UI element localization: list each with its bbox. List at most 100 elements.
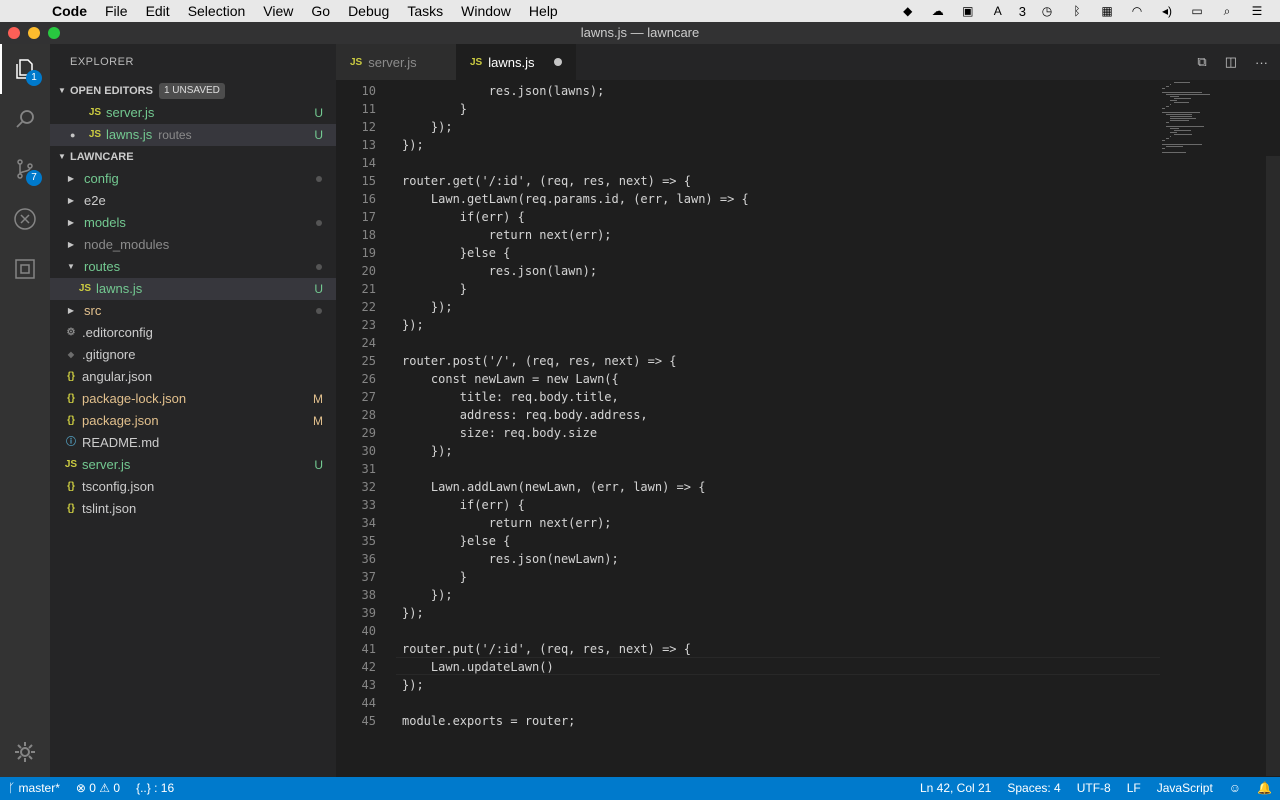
menu-help[interactable]: Help [520,0,567,22]
file-lawns-js[interactable]: JS lawns.js U [50,278,336,300]
unsaved-dot-icon[interactable]: ● [70,124,86,146]
folder-config[interactable]: ▶ config [50,168,336,190]
json-file-icon: {} [67,481,75,492]
encoding[interactable]: UTF-8 [1069,777,1119,800]
code-line: 39}); [336,604,1156,622]
code-line: 43}); [336,676,1156,694]
menu-edit[interactable]: Edit [137,0,179,22]
line-number: 28 [361,408,376,422]
git-file-icon: ◆ [67,350,75,359]
menu-extras: ◆ ☁ ▣ A 3 ◷ ᛒ ▦ ◠ ◂) ▭ ⌕ ☰ [899,4,1280,19]
folder-routes[interactable]: ▼ routes [50,256,336,278]
editor-actions: ⧉ ◫ ··· [1197,44,1280,80]
code-editor[interactable]: 10 res.json(lawns); 11 } 12 }); 13}); 14 15 ro… [336,80,1280,777]
minimap-line [1170,128,1179,129]
folder-models[interactable]: ▶ models [50,212,336,234]
cursor-position[interactable]: Ln 42, Col 21 [912,777,999,800]
zoom-window-button[interactable] [48,27,60,39]
minimap[interactable] [1162,80,1222,180]
js-file-icon: JS [350,56,363,68]
menu-status-count: 3 [1018,3,1026,19]
file-editorconfig[interactable]: ⚙ .editorconfig [50,322,336,344]
problems-indicator[interactable]: ⊗ 0 ⚠ 0 [68,777,128,800]
more-actions-icon[interactable]: ··· [1255,55,1268,70]
line-ending[interactable]: LF [1119,777,1149,800]
project-name: LAWNCARE [70,151,134,163]
menu-app-code[interactable]: Code [44,0,96,22]
menu-debug[interactable]: Debug [339,0,398,22]
file-angular-json[interactable]: {} angular.json [50,366,336,388]
line-code: }); [402,138,424,152]
gear-icon[interactable] [0,727,50,777]
minimize-window-button[interactable] [28,27,40,39]
line-code: }); [402,588,453,602]
source-control-icon[interactable]: 7 [0,144,50,194]
file-gitignore[interactable]: ◆ .gitignore [50,344,336,366]
explorer-icon[interactable]: 1 [0,44,50,94]
split-editor-icon[interactable]: ◫ [1225,54,1237,70]
notification-center-icon[interactable]: ☰ [1248,4,1266,18]
project-header[interactable]: ▼ LAWNCARE [50,146,336,168]
folder-e2e[interactable]: ▶ e2e [50,190,336,212]
indentation[interactable]: Spaces: 4 [999,777,1068,800]
folder-node-modules[interactable]: ▶ node_modules [50,234,336,256]
debug-icon[interactable] [0,194,50,244]
file-package-json[interactable]: {} package.json M [50,410,336,432]
minimap-line [1174,130,1191,131]
file-tsconfig-json[interactable]: {} tsconfig.json [50,476,336,498]
editor-tabs: JS server.js JS lawns.js ⧉ ◫ ··· [336,44,1280,80]
menu-file[interactable]: File [96,0,137,22]
menu-selection[interactable]: Selection [179,0,255,22]
line-code: }else { [402,246,511,260]
battery-icon[interactable]: ▭ [1188,4,1206,18]
unsaved-dot-icon[interactable] [554,58,562,66]
font-tool-icon[interactable]: A [989,4,1007,18]
line-number: 26 [361,372,376,386]
wifi-icon[interactable]: ◠ [1128,4,1146,18]
menu-view[interactable]: View [254,0,302,22]
tab-lawns-js[interactable]: JS lawns.js [456,44,576,80]
json-file-icon: {} [67,503,75,514]
time-machine-icon[interactable]: ◷ [1038,4,1056,18]
file-folder-desc: routes [158,128,192,142]
cloud-icon[interactable]: ☁ [929,4,947,18]
bluetooth-icon[interactable]: ᛒ [1068,4,1086,18]
language-mode[interactable]: JavaScript [1149,777,1221,800]
menu-tasks[interactable]: Tasks [398,0,452,22]
file-readme-md[interactable]: ⓘ README.md [50,432,336,454]
keyboard-icon[interactable]: ▦ [1098,4,1116,18]
line-number: 34 [361,516,376,530]
open-editor-lawns-js[interactable]: ● JS lawns.js routes U [50,124,336,146]
search-icon[interactable] [0,94,50,144]
code-line: 14 [336,154,1156,172]
window-controls [8,27,60,39]
git-branch[interactable]: ᚴ master* [0,777,68,800]
dropbox-icon[interactable]: ◆ [899,4,917,18]
line-number: 25 [361,354,376,368]
spotlight-search-icon[interactable]: ⌕ [1218,4,1236,18]
feedback-smiley-icon[interactable]: ☺ [1221,777,1249,800]
vertical-scrollbar[interactable] [1266,156,1280,776]
folder-src[interactable]: ▶ src [50,300,336,322]
open-changes-icon[interactable]: ⧉ [1197,54,1206,70]
line-number: 37 [361,570,376,584]
close-window-button[interactable] [8,27,20,39]
minimap-line [1166,94,1210,95]
tab-label: server.js [368,54,417,70]
camera-icon[interactable]: ▣ [959,4,977,18]
extensions-icon[interactable] [0,244,50,294]
chevron-right-icon: ▶ [67,306,75,315]
menu-go[interactable]: Go [302,0,339,22]
open-editor-server-js[interactable]: JS server.js U [50,102,336,124]
file-tslint-json[interactable]: {} tslint.json [50,498,336,520]
bell-icon[interactable]: 🔔 [1249,777,1280,800]
file-server-js[interactable]: JS server.js U [50,454,336,476]
line-number: 36 [361,552,376,566]
menu-window[interactable]: Window [452,0,520,22]
line-number: 14 [361,156,376,170]
file-package-lock-json[interactable]: {} package-lock.json M [50,388,336,410]
breadcrumb-indicator[interactable]: {..} : 16 [128,777,182,800]
open-editors-header[interactable]: ▼ OPEN EDITORS 1 UNSAVED [50,80,336,102]
volume-icon[interactable]: ◂) [1158,4,1176,18]
tab-server-js[interactable]: JS server.js [336,44,456,80]
